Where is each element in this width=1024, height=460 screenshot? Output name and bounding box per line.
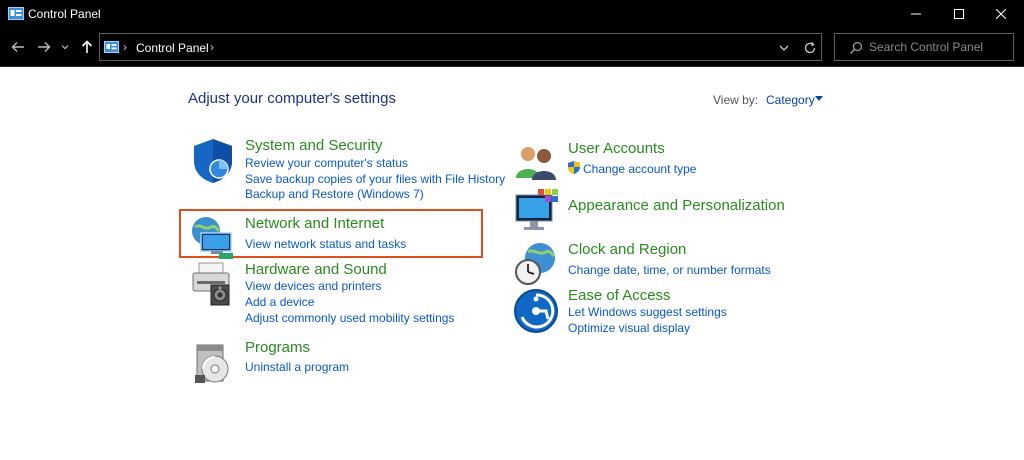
link-mobility-settings[interactable]: Adjust commonly used mobility settings (245, 311, 454, 325)
category-network-and-internet: Network and Internet View network status… (189, 215, 479, 259)
ease-of-access-icon[interactable] (512, 287, 560, 335)
address-dropdown-icon[interactable] (776, 40, 792, 56)
link-backup-restore[interactable]: Backup and Restore (Windows 7) (245, 187, 424, 201)
maximize-button[interactable] (936, 0, 982, 28)
search-box[interactable] (834, 33, 1014, 61)
category-title[interactable]: Programs (245, 339, 310, 356)
link-add-device[interactable]: Add a device (245, 295, 314, 309)
network-globe-icon[interactable] (189, 215, 237, 263)
category-appearance-and-personalization: Appearance and Personalization (512, 187, 812, 233)
maximize-icon (954, 9, 964, 19)
category-programs: Programs Uninstall a program (189, 339, 489, 383)
view-by-label: View by: (713, 93, 759, 107)
link-date-time-formats[interactable]: Change date, time, or number formats (568, 263, 771, 277)
navigation-bar: › Control Panel › (0, 28, 1024, 67)
link-review-status[interactable]: Review your computer's status (245, 156, 408, 170)
breadcrumb-separator-icon[interactable]: › (210, 40, 214, 54)
category-title[interactable]: User Accounts (568, 140, 665, 157)
link-windows-suggest-settings[interactable]: Let Windows suggest settings (568, 305, 727, 319)
arrow-left-icon (11, 42, 24, 52)
close-icon (996, 9, 1006, 19)
view-by-caret-icon[interactable] (815, 96, 823, 101)
category-title[interactable]: Network and Internet (245, 215, 384, 232)
page-heading: Adjust your computer's settings (188, 90, 396, 107)
clock-globe-icon[interactable] (512, 240, 560, 288)
uac-shield-icon (568, 161, 580, 174)
category-ease-of-access: Ease of Access Let Windows suggest setti… (512, 287, 812, 335)
category-title[interactable]: Ease of Access (568, 287, 671, 304)
category-title[interactable]: Clock and Region (568, 241, 686, 258)
link-change-account-type[interactable]: Change account type (583, 162, 696, 176)
category-user-accounts: User Accounts Change account type (512, 140, 812, 180)
category-system-and-security: System and Security Review your computer… (189, 137, 505, 207)
view-by-dropdown[interactable]: Category (766, 93, 815, 107)
title-bar: Control Panel (0, 0, 1024, 28)
category-title[interactable]: Appearance and Personalization (568, 197, 785, 214)
link-optimize-visual-display[interactable]: Optimize visual display (568, 321, 690, 335)
category-clock-and-region: Clock and Region Change date, time, or n… (512, 240, 812, 285)
link-file-history[interactable]: Save backup copies of your files with Fi… (245, 172, 505, 186)
category-title[interactable]: System and Security (245, 137, 383, 154)
shield-icon[interactable] (189, 137, 237, 185)
control-panel-icon (104, 41, 119, 53)
monitor-palette-icon[interactable] (512, 187, 560, 235)
breadcrumb-control-panel[interactable]: Control Panel (136, 41, 209, 55)
arrow-up-icon (81, 40, 93, 53)
back-button[interactable] (8, 37, 28, 57)
category-hardware-and-sound: Hardware and Sound View devices and prin… (189, 261, 489, 331)
link-network-status[interactable]: View network status and tasks (245, 237, 406, 251)
minimize-icon (911, 13, 921, 15)
chevron-down-icon (61, 45, 69, 50)
search-icon (849, 41, 863, 55)
users-icon[interactable] (512, 140, 560, 188)
arrow-right-icon (38, 42, 51, 52)
up-button[interactable] (77, 37, 97, 57)
link-devices-printers[interactable]: View devices and printers (245, 279, 382, 293)
address-bar[interactable]: › Control Panel › (99, 33, 822, 61)
breadcrumb-separator-icon[interactable]: › (123, 40, 127, 54)
window-title: Control Panel (28, 7, 101, 21)
refresh-icon[interactable] (802, 40, 818, 56)
printer-speaker-icon[interactable] (189, 261, 237, 309)
minimize-button[interactable] (893, 0, 939, 28)
programs-disc-icon[interactable] (189, 339, 237, 387)
close-button[interactable] (978, 0, 1024, 28)
category-title[interactable]: Hardware and Sound (245, 261, 387, 278)
recent-locations-button[interactable] (58, 37, 72, 57)
forward-button[interactable] (34, 37, 54, 57)
link-uninstall-program[interactable]: Uninstall a program (245, 360, 349, 374)
control-panel-app-icon (8, 7, 24, 20)
search-input[interactable] (869, 38, 1009, 56)
